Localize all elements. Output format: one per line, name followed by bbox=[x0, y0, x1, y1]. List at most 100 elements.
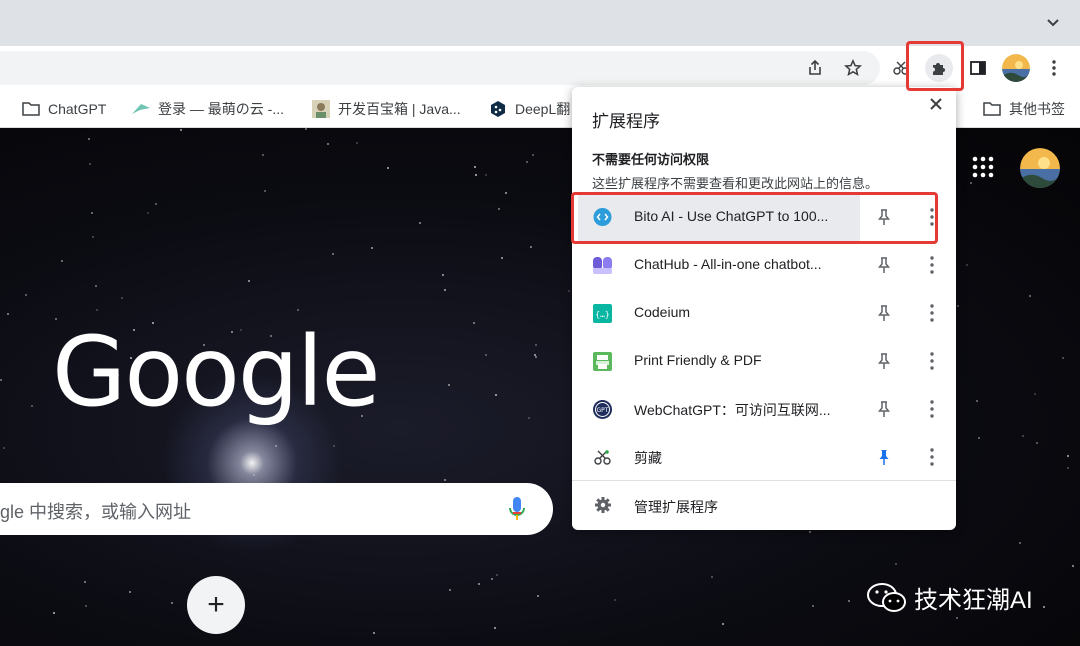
add-shortcut-button[interactable]: + bbox=[187, 576, 245, 634]
account-avatar[interactable] bbox=[1020, 148, 1060, 188]
folder-icon bbox=[22, 100, 40, 118]
extension-name: 剪藏 bbox=[634, 450, 662, 466]
extension-name: Print Friendly & PDF bbox=[634, 352, 762, 368]
star bbox=[444, 289, 446, 291]
star bbox=[1036, 442, 1038, 444]
star bbox=[722, 623, 724, 625]
more-vert-icon[interactable] bbox=[924, 350, 940, 372]
star bbox=[155, 203, 157, 205]
pin-icon[interactable] bbox=[876, 400, 892, 418]
star bbox=[1067, 455, 1069, 457]
star bbox=[614, 599, 616, 601]
star bbox=[121, 297, 123, 299]
search-box[interactable]: gle 中搜索，或输入网址 bbox=[0, 483, 553, 535]
avatar-icon bbox=[312, 100, 330, 118]
other-bookmarks[interactable]: 其他书签 bbox=[983, 99, 1065, 119]
star bbox=[31, 405, 33, 407]
star bbox=[537, 595, 539, 597]
star bbox=[809, 531, 811, 533]
more-vert-icon[interactable] bbox=[924, 302, 940, 324]
star bbox=[264, 190, 266, 192]
gear-icon bbox=[595, 497, 611, 513]
star bbox=[253, 474, 255, 476]
star bbox=[957, 305, 959, 307]
watermark: 技术狂潮AI bbox=[866, 580, 1033, 615]
bookmark-cloud-login[interactable]: 登录 — 最萌の云 -... bbox=[132, 99, 284, 119]
avatar-icon bbox=[1020, 148, 1060, 188]
annotation-box-bito bbox=[571, 192, 938, 244]
star bbox=[505, 192, 507, 194]
star bbox=[373, 632, 375, 634]
star bbox=[494, 627, 496, 629]
bookmark-deepl[interactable]: DeepL翻 bbox=[489, 99, 570, 119]
pin-icon[interactable] bbox=[876, 352, 892, 370]
apps-grid-icon[interactable] bbox=[972, 156, 994, 178]
star bbox=[91, 212, 93, 214]
extension-item-print-friendly[interactable]: Print Friendly & PDF bbox=[572, 337, 956, 385]
star bbox=[147, 212, 149, 214]
svg-text:{…}: {…} bbox=[595, 310, 609, 319]
extension-item-chathub[interactable]: ChatHub - All-in-one chatbot... bbox=[572, 241, 956, 289]
star bbox=[532, 154, 534, 156]
more-vert-icon[interactable] bbox=[924, 254, 940, 276]
star bbox=[495, 394, 497, 396]
extension-item-codeium[interactable]: {…} Codeium bbox=[572, 289, 956, 337]
close-icon[interactable] bbox=[928, 96, 944, 112]
star bbox=[496, 574, 498, 576]
side-panel-button[interactable] bbox=[964, 54, 992, 82]
bookmark-chatgpt[interactable]: ChatGPT bbox=[22, 99, 106, 119]
chevron-down-icon[interactable] bbox=[1044, 14, 1062, 32]
section-title: 不需要任何访问权限 bbox=[592, 152, 710, 167]
star bbox=[1067, 467, 1069, 469]
tab-strip bbox=[0, 0, 1080, 46]
star bbox=[473, 322, 475, 324]
codeium-icon: {…} bbox=[592, 303, 613, 324]
manage-extensions-label: 管理扩展程序 bbox=[634, 499, 718, 515]
search-input[interactable]: gle 中搜索，或输入网址 bbox=[0, 498, 191, 524]
bookmark-dev-toolbox[interactable]: 开发百宝箱 | Java... bbox=[312, 99, 461, 119]
star bbox=[305, 128, 307, 130]
star bbox=[498, 208, 500, 210]
star bbox=[180, 129, 182, 131]
star bbox=[53, 612, 55, 614]
star bbox=[535, 344, 537, 346]
star bbox=[1022, 435, 1024, 437]
print-friendly-icon bbox=[592, 351, 613, 372]
star bbox=[530, 246, 532, 248]
pin-icon[interactable] bbox=[876, 304, 892, 322]
star bbox=[474, 166, 476, 168]
star bbox=[528, 417, 530, 419]
more-vert-icon[interactable] bbox=[924, 398, 940, 420]
browser-menu-button[interactable] bbox=[1040, 54, 1068, 82]
more-vert-icon[interactable] bbox=[924, 446, 940, 468]
star bbox=[444, 479, 446, 481]
extension-name: WebChatGPT：可访问互联网... bbox=[634, 402, 831, 418]
more-vert-icon bbox=[1052, 60, 1056, 76]
profile-avatar[interactable] bbox=[1002, 54, 1030, 82]
star bbox=[1019, 542, 1021, 544]
star bbox=[262, 154, 264, 156]
star bbox=[327, 143, 329, 145]
star bbox=[449, 589, 451, 591]
star bbox=[88, 138, 90, 140]
bookmark-star-button[interactable] bbox=[839, 54, 867, 82]
manage-extensions-button[interactable]: 管理扩展程序 bbox=[572, 481, 956, 529]
extension-item-webchatgpt[interactable]: GPT WebChatGPT：可访问互联网... bbox=[572, 385, 956, 433]
pin-icon-pinned[interactable] bbox=[876, 448, 892, 466]
svg-text:GPT: GPT bbox=[597, 407, 609, 414]
pin-icon[interactable] bbox=[876, 256, 892, 274]
star bbox=[0, 379, 2, 381]
address-bar[interactable] bbox=[0, 51, 880, 85]
share-button[interactable] bbox=[801, 54, 829, 82]
star bbox=[171, 602, 173, 604]
star bbox=[848, 600, 850, 602]
star bbox=[371, 247, 373, 249]
deepl-icon bbox=[489, 100, 507, 118]
star bbox=[978, 437, 980, 439]
star bbox=[970, 182, 972, 184]
star bbox=[956, 617, 958, 619]
popup-title: 扩展程序 bbox=[592, 112, 660, 131]
extension-item-clip[interactable]: 剪藏 bbox=[572, 433, 956, 481]
star bbox=[84, 581, 86, 583]
microphone-icon[interactable] bbox=[508, 496, 526, 522]
